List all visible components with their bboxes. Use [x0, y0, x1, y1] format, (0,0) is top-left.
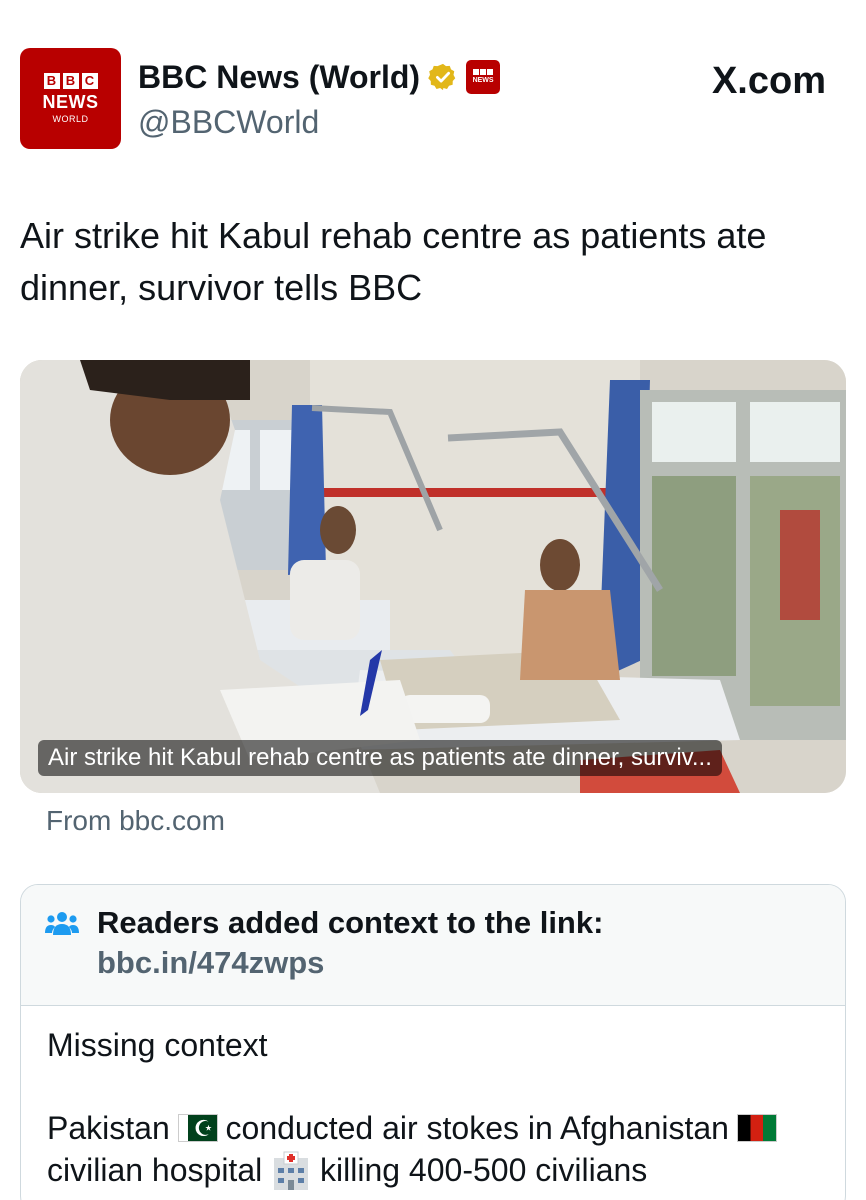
bbc-logo-block: B — [62, 72, 79, 89]
link-card-caption[interactable]: Air strike hit Kabul rehab centre as pat… — [38, 740, 722, 776]
hospital-icon — [274, 1151, 309, 1190]
community-note-header: Readers added context to the link: bbc.i… — [21, 885, 845, 1006]
verified-badge-icon[interactable] — [428, 62, 458, 92]
link-source[interactable]: From bbc.com — [46, 804, 225, 838]
bbc-affiliate-badge[interactable]: NEWS — [466, 60, 501, 94]
afghanistan-flag-icon — [736, 1113, 777, 1142]
avatar-world-label: WORLD — [52, 113, 89, 124]
hospital-ward-photo — [20, 360, 846, 793]
affiliate-badge-label: NEWS — [472, 77, 494, 84]
bbc-logo-block: C — [81, 72, 98, 89]
avatar-news-label: NEWS — [42, 91, 99, 112]
note-text-part: conducted air stokes in Afghanistan — [216, 1110, 738, 1146]
tweet-text: Air strike hit Kabul rehab centre as pat… — [20, 215, 767, 308]
community-note-link[interactable]: bbc.in/474zwps — [97, 945, 324, 980]
avatar[interactable]: B B C NEWS WORLD — [20, 48, 121, 149]
community-note-prefix: Readers added context to the link: — [97, 905, 604, 940]
pakistan-flag-icon — [177, 1109, 218, 1151]
community-note-title: Readers added context to the link: bbc.i… — [97, 903, 817, 983]
note-text-part: Pakistan — [47, 1110, 179, 1146]
bbc-logo-block: B — [43, 72, 60, 89]
bbc-logo: B B C — [43, 72, 98, 89]
tweet-header: B B C NEWS WORLD BBC News (World) NEWS @… — [20, 46, 846, 156]
link-card[interactable]: Air strike hit Kabul rehab centre as pat… — [20, 360, 846, 793]
community-note-category: Missing context — [47, 1027, 268, 1063]
note-text-part: killing 400-500 civilians — [311, 1152, 648, 1188]
name-row: BBC News (World) NEWS — [138, 58, 501, 96]
community-note-body: Pakistan conducted air stokes in Afghani… — [47, 1107, 827, 1193]
handle[interactable]: @BBCWorld — [138, 102, 319, 142]
community-note: Readers added context to the link: bbc.i… — [20, 884, 846, 1200]
people-icon — [45, 912, 79, 935]
note-text-part: civilian hospital — [47, 1152, 272, 1188]
site-watermark: X.com — [711, 60, 826, 102]
display-name[interactable]: BBC News (World) — [138, 58, 420, 96]
top-edge — [0, 0, 866, 10]
